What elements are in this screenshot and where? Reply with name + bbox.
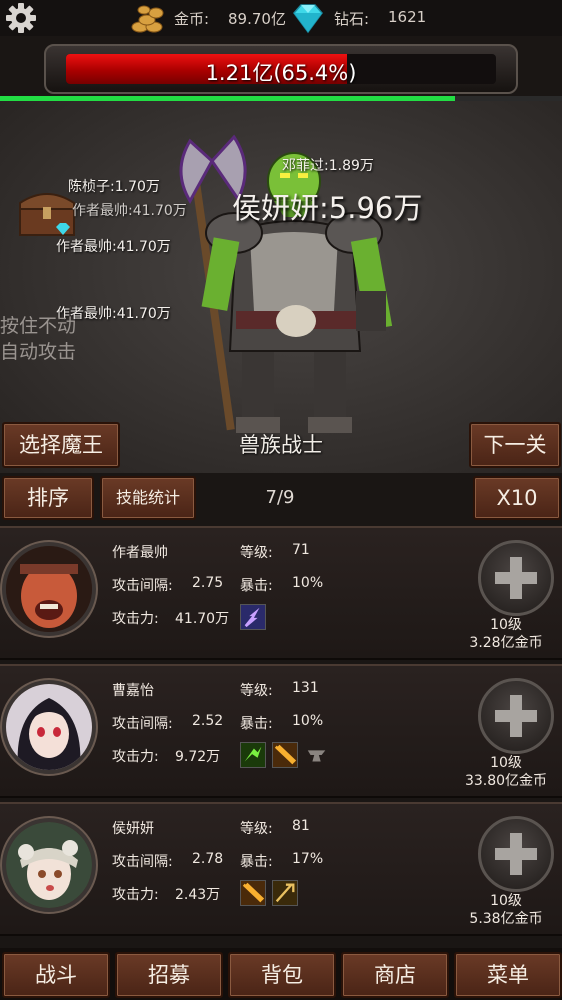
hero-avatar-girl[interactable] — [2, 680, 96, 774]
boss-hp-frame: 1.21亿(65.4%) — [44, 44, 518, 94]
upgrade-levels: 10级 — [490, 617, 522, 633]
upgrade-button[interactable] — [478, 678, 554, 754]
upgrade-button[interactable] — [478, 540, 554, 616]
damage-popup: 作者最帅:41.70万 — [56, 239, 171, 255]
hero-crit: 10% — [292, 575, 324, 591]
hero-attack: 2.43万 — [175, 887, 221, 903]
damage-popup: 陈桢子:1.70万 — [68, 179, 160, 195]
attack-label: 攻击力: — [112, 749, 159, 765]
interval-label: 攻击间隔: — [112, 716, 173, 732]
crit-label: 暴击: — [240, 578, 273, 594]
hero-crit: 17% — [292, 851, 324, 867]
hero-card: 曹嘉怡 等级: 131 攻击间隔: 2.52 暴击: 10% 攻击力: 9.72… — [0, 664, 562, 798]
auto-attack-hint: 按住不动 自动攻击 — [0, 315, 77, 363]
diamond-value: 1621 — [388, 8, 427, 26]
boss-hp-track: 1.21亿(65.4%) — [66, 54, 496, 84]
gear-icon[interactable] — [4, 2, 38, 34]
nav-shop-button[interactable]: 商店 — [341, 952, 449, 998]
hero-interval: 2.78 — [192, 851, 224, 867]
dash-skill-icon[interactable] — [240, 742, 266, 768]
hero-level: 81 — [292, 818, 310, 834]
crit-label: 暴击: — [240, 854, 273, 870]
upgrade-cost: 33.80亿金币 — [464, 773, 548, 789]
nav-recruit-button[interactable]: 招募 — [115, 952, 223, 998]
strike-skill-icon[interactable] — [240, 880, 266, 906]
upgrade-button[interactable] — [478, 816, 554, 892]
gold-label: 金币: — [174, 10, 210, 28]
level-label: 等级: — [240, 545, 273, 561]
strike-skill-icon[interactable] — [272, 742, 298, 768]
select-boss-button[interactable]: 选择魔王 — [2, 422, 120, 468]
upgrade-levels: 10级 — [490, 755, 522, 771]
level-label: 等级: — [240, 821, 273, 837]
top-bar: 金币: 89.70亿 钻石: 1621 — [0, 0, 562, 36]
hero-name: 作者最帅 — [112, 545, 168, 561]
hero-name: 侯妍妍 — [112, 821, 154, 837]
nav-battle-button[interactable]: 战斗 — [2, 952, 110, 998]
page-indicator: 7/9 — [265, 487, 295, 508]
diamond-label: 钻石: — [334, 10, 370, 28]
attack-label: 攻击力: — [112, 887, 159, 903]
damage-popup: 邓菲过:1.89万 — [282, 158, 374, 174]
crit-label: 暴击: — [240, 716, 273, 732]
gold-value: 89.70亿 — [228, 10, 286, 28]
attack-label: 攻击力: — [112, 611, 159, 627]
gold-coins-icon — [131, 5, 164, 33]
next-level-button[interactable]: 下一关 — [469, 422, 561, 468]
hero-level: 131 — [292, 680, 319, 696]
nav-menu-button[interactable]: 菜单 — [454, 952, 562, 998]
hero-attack: 9.72万 — [175, 749, 221, 765]
multiplier-button[interactable]: X10 — [473, 476, 561, 520]
critical-damage-popup: 侯妍妍:5.96万 — [232, 191, 423, 225]
hero-card: 作者最帅 等级: 71 攻击间隔: 2.75 暴击: 10% 攻击力: 41.7… — [0, 526, 562, 660]
hero-attack: 41.70万 — [175, 611, 230, 627]
slash-skill-icon[interactable] — [272, 880, 298, 906]
nav-bag-button[interactable]: 背包 — [228, 952, 336, 998]
battlefield[interactable]: 陈桢子:1.70万 作者最帅:41.70万 邓菲过:1.89万 侯妍妍:5.96… — [0, 101, 562, 473]
plus-icon — [495, 557, 537, 599]
diamond-icon — [293, 4, 323, 34]
hero-avatar-warrior[interactable] — [2, 542, 96, 636]
hero-avatar-masked-girl[interactable] — [2, 818, 96, 912]
upgrade-levels: 10级 — [490, 893, 522, 909]
hero-level: 71 — [292, 542, 310, 558]
hero-interval: 2.52 — [192, 713, 224, 729]
upgrade-cost: 3.28亿金币 — [469, 635, 543, 651]
damage-popup: 作者最帅:41.70万 — [72, 203, 187, 219]
interval-label: 攻击间隔: — [112, 854, 173, 870]
anvil-skill-icon[interactable] — [304, 742, 330, 768]
plus-icon — [495, 833, 537, 875]
sort-button[interactable]: 排序 — [2, 476, 94, 520]
upgrade-cost: 5.38亿金币 — [469, 911, 543, 927]
skill-stats-button[interactable]: 技能统计 — [100, 476, 196, 520]
hero-interval: 2.75 — [192, 575, 224, 591]
lightning-skill-icon[interactable] — [240, 604, 266, 630]
hero-crit: 10% — [292, 713, 324, 729]
interval-label: 攻击间隔: — [112, 578, 173, 594]
level-label: 等级: — [240, 683, 273, 699]
hero-card: 侯妍妍 等级: 81 攻击间隔: 2.78 暴击: 17% 攻击力: 2.43万… — [0, 802, 562, 936]
plus-icon — [495, 695, 537, 737]
boss-hp-text: 1.21亿(65.4%) — [205, 61, 357, 84]
hero-name: 曹嘉怡 — [112, 683, 154, 699]
